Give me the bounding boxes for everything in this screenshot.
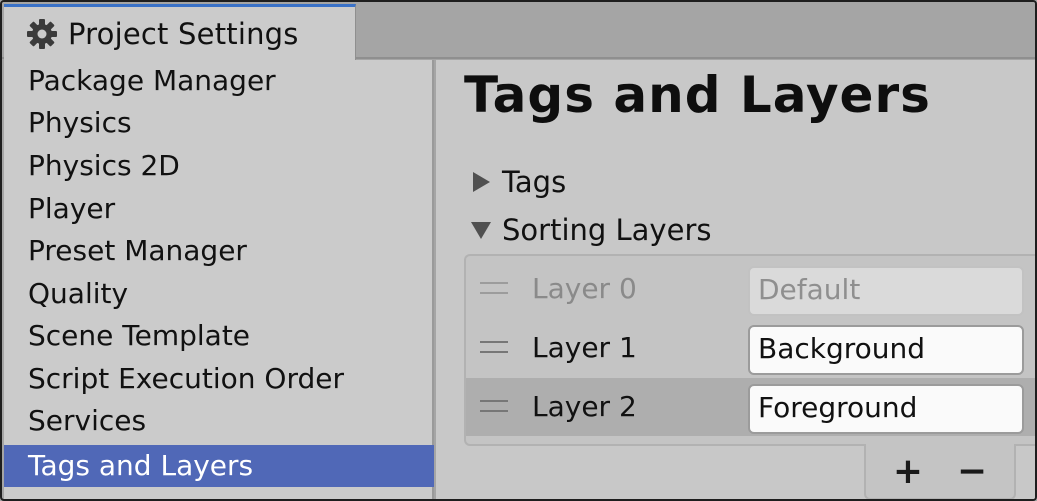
sorting-layers-section-foldout[interactable]: Sorting Layers xyxy=(470,210,711,250)
triangle-right-icon xyxy=(473,172,490,192)
gear-icon xyxy=(27,18,57,49)
triangle-down-icon xyxy=(471,222,491,239)
sidebar-item-preset-manager[interactable]: Preset Manager xyxy=(4,230,434,272)
sorting-layer-row[interactable]: Layer 2 Foreground xyxy=(466,378,1035,436)
settings-main-panel: Tags and Layers Tags Sorting Layers Laye… xyxy=(436,60,1035,499)
add-layer-button[interactable]: + xyxy=(886,452,930,492)
sidebar-item-services[interactable]: Services xyxy=(4,400,434,442)
tab-strip: Project Settings xyxy=(2,2,1035,60)
layer-name-label: Layer 2 xyxy=(532,390,637,423)
sidebar-item-physics-2d[interactable]: Physics 2D xyxy=(4,145,434,187)
sidebar-item-package-manager[interactable]: Package Manager xyxy=(4,60,434,102)
tab-project-settings[interactable]: Project Settings xyxy=(4,4,356,60)
sorting-layer-row[interactable]: Layer 0 Default xyxy=(466,260,1035,318)
layer-name-field[interactable]: Foreground xyxy=(748,384,1024,434)
list-footer-controls: + − xyxy=(864,444,1016,499)
tags-section-label: Tags xyxy=(502,165,567,199)
page-title: Tags and Layers xyxy=(464,66,931,124)
sidebar-item-player[interactable]: Player xyxy=(4,188,434,230)
sidebar-item-quality[interactable]: Quality xyxy=(4,273,434,315)
drag-handle-icon[interactable] xyxy=(480,400,508,412)
sidebar-item-script-execution-order[interactable]: Script Execution Order xyxy=(4,358,434,400)
sorting-layer-row[interactable]: Layer 1 Background xyxy=(466,319,1035,377)
sidebar-item-scene-template[interactable]: Scene Template xyxy=(4,315,434,357)
sidebar-item-physics[interactable]: Physics xyxy=(4,102,434,144)
settings-sidebar: Package Manager Physics Physics 2D Playe… xyxy=(4,60,434,499)
remove-layer-button[interactable]: − xyxy=(950,452,994,492)
sorting-layers-section-label: Sorting Layers xyxy=(502,213,712,247)
layer-name-label: Layer 0 xyxy=(532,272,637,305)
project-settings-window: Project Settings Package Manager Physics… xyxy=(0,0,1037,501)
layer-name-field: Default xyxy=(748,266,1024,316)
sidebar-item-tags-and-layers[interactable]: Tags and Layers xyxy=(4,445,434,487)
tags-section-foldout[interactable]: Tags xyxy=(470,162,566,202)
layer-name-field[interactable]: Background xyxy=(748,325,1024,375)
sorting-layers-list: Layer 0 Default Layer 1 Background Layer… xyxy=(464,254,1035,446)
layer-name-label: Layer 1 xyxy=(532,331,637,364)
drag-handle-icon[interactable] xyxy=(480,282,508,294)
drag-handle-icon[interactable] xyxy=(480,341,508,353)
tab-title: Project Settings xyxy=(68,16,299,51)
